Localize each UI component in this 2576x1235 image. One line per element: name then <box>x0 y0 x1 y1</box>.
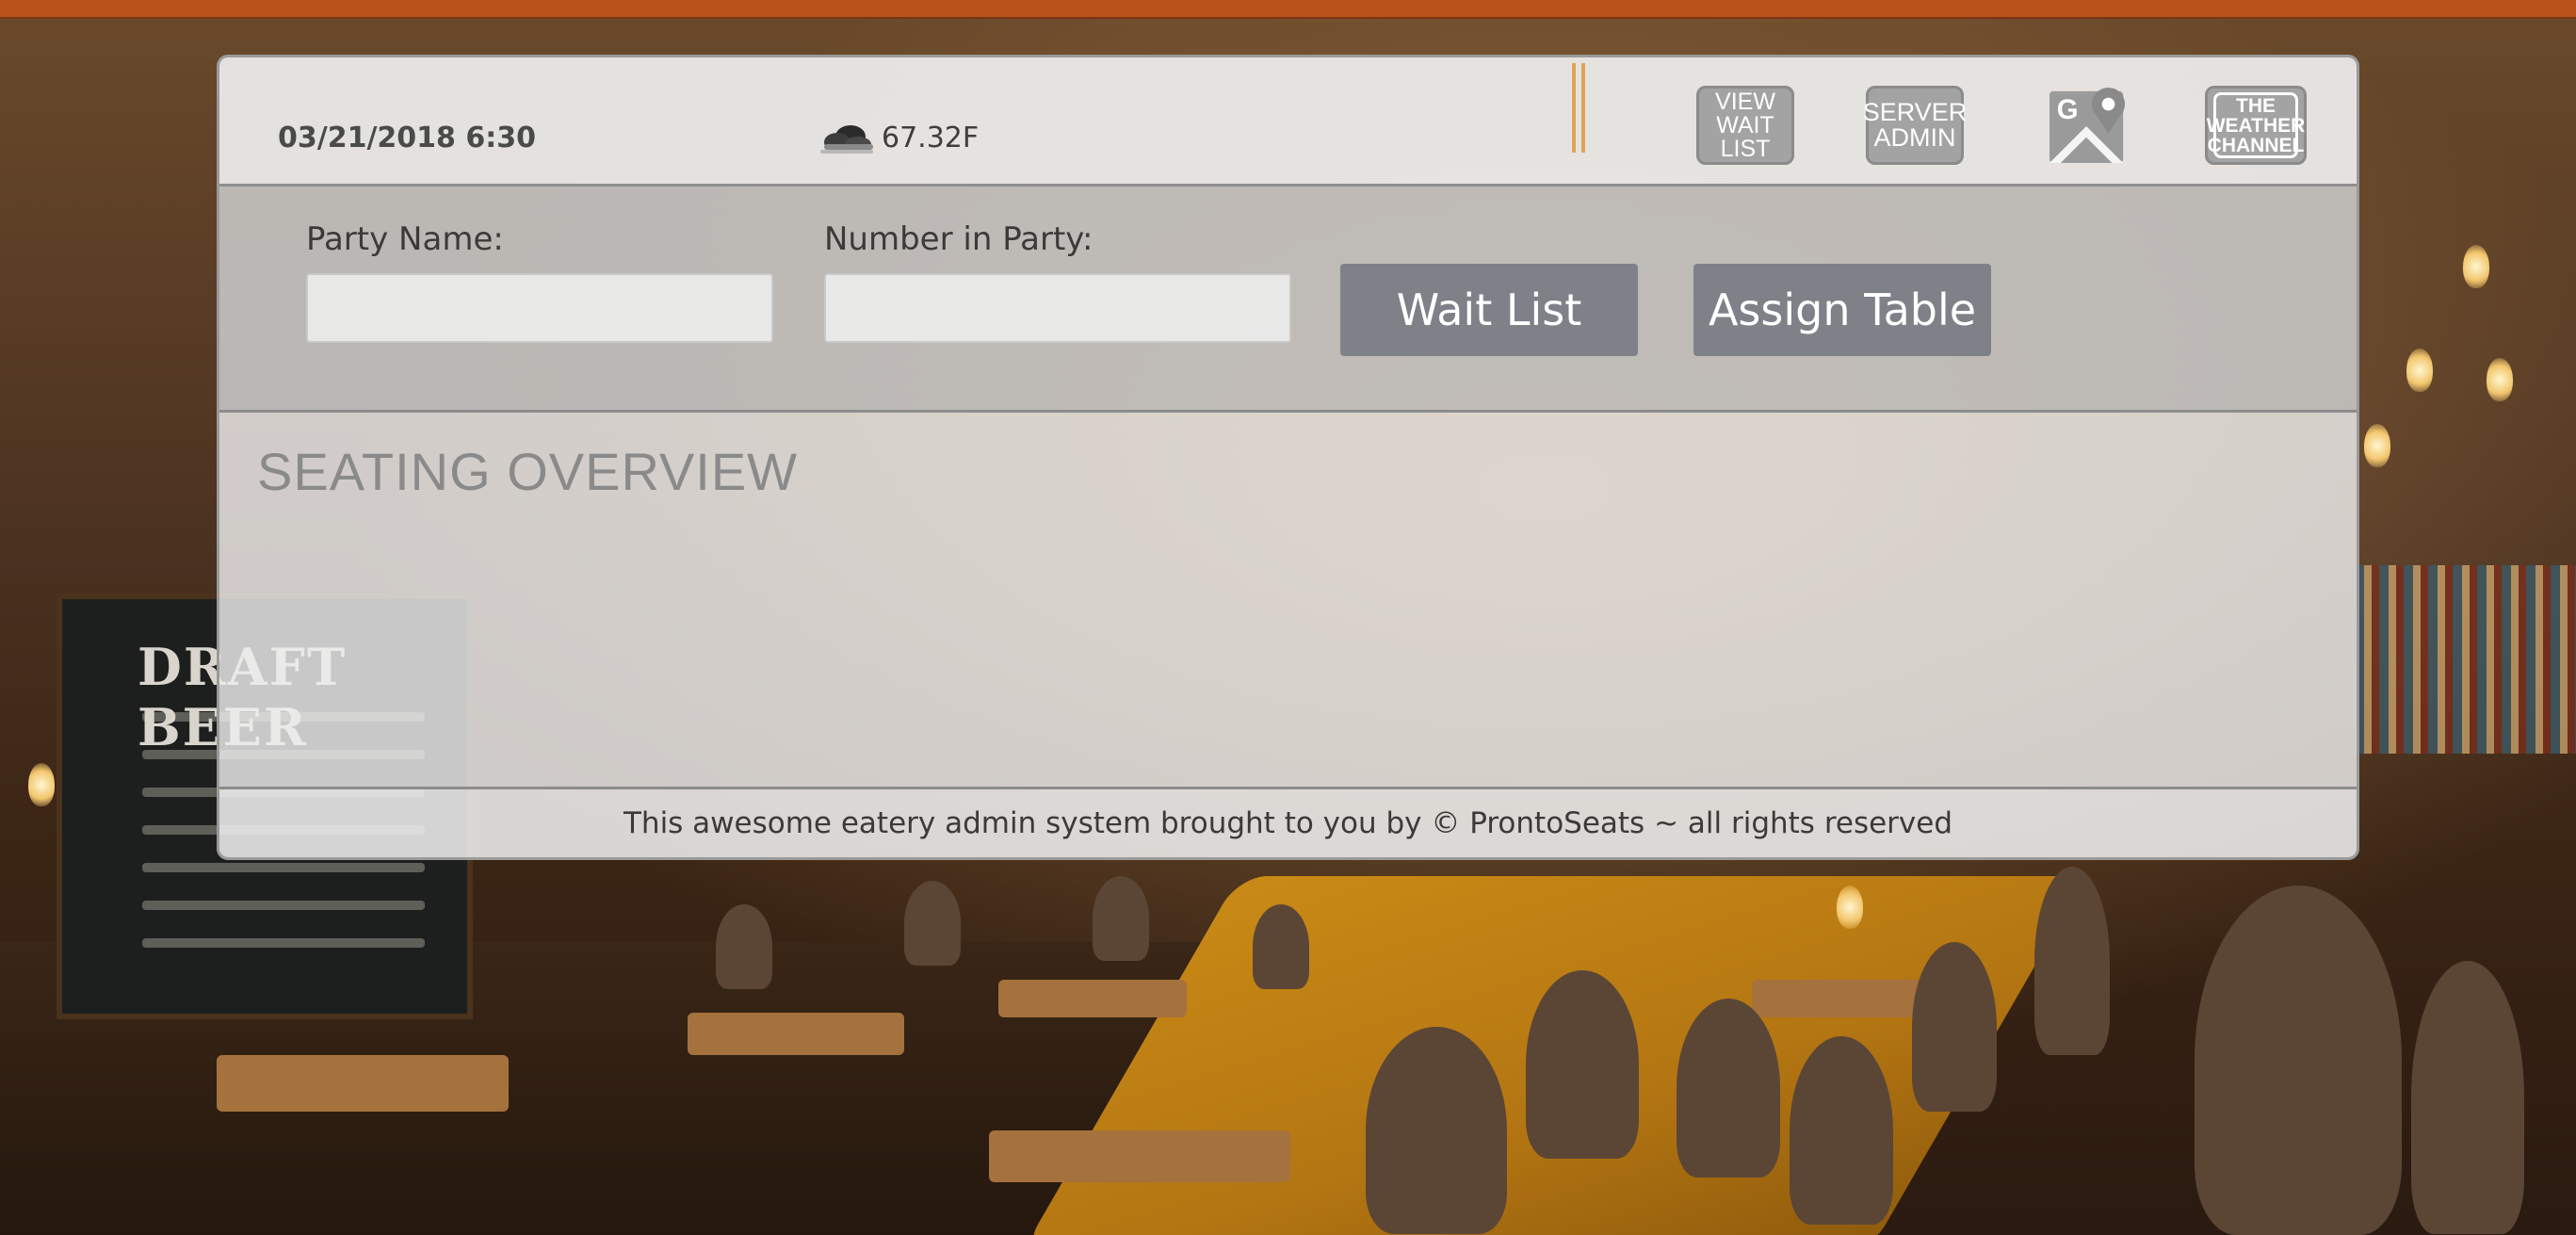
party-count-input[interactable] <box>824 273 1291 343</box>
panel-header: 03/21/2018 6:30 67.32F VIEW WAIT LIST SE… <box>219 57 2357 187</box>
weather-channel-label-1: THE <box>2236 94 2276 117</box>
weather-channel-label-2: WEATHER <box>2206 114 2306 137</box>
background-bottle-shelf <box>2355 565 2576 754</box>
weather-channel-button[interactable]: THE WEATHER CHANNEL <box>2205 86 2307 165</box>
current-datetime: 03/21/2018 6:30 <box>278 122 536 154</box>
seating-overview-title: SEATING OVERVIEW <box>257 442 799 501</box>
party-name-label: Party Name: <box>306 220 504 258</box>
cloud-icon <box>820 125 873 154</box>
party-count-label: Number in Party: <box>824 220 1094 258</box>
footer-text: This awesome eatery admin system brought… <box>623 806 1953 840</box>
wait-list-button[interactable]: Wait List <box>1340 264 1638 356</box>
header-divider <box>1572 63 1585 153</box>
footer: This awesome eatery admin system brought… <box>219 789 2357 857</box>
server-admin-label-1: SERVER <box>1862 98 1968 126</box>
svg-text:G: G <box>2057 94 2079 125</box>
view-wait-list-label-2: WAIT <box>1716 111 1774 138</box>
view-wait-list-button[interactable]: VIEW WAIT LIST <box>1696 86 1794 165</box>
weather-channel-label-3: CHANNEL <box>2207 134 2305 156</box>
assign-table-button[interactable]: Assign Table <box>1693 264 1991 356</box>
server-admin-button[interactable]: SERVER ADMIN <box>1863 86 1967 165</box>
google-maps-icon: G <box>2049 87 2126 164</box>
weather-channel-logo: THE WEATHER CHANNEL <box>2207 92 2305 158</box>
admin-panel: 03/21/2018 6:30 67.32F VIEW WAIT LIST SE… <box>217 55 2359 860</box>
party-name-input[interactable] <box>306 273 773 343</box>
view-wait-list-label-3: LIST <box>1720 135 1771 162</box>
temperature-reading: 67.32F <box>882 122 980 154</box>
party-entry-form: Party Name: Number in Party: Wait List A… <box>219 187 2357 413</box>
server-admin-label-2: ADMIN <box>1873 123 1956 152</box>
seating-overview-section: SEATING OVERVIEW <box>219 413 2357 789</box>
view-wait-list-label-1: VIEW <box>1715 88 1775 115</box>
browser-bookmark-bar <box>0 0 2576 19</box>
google-maps-button[interactable]: G <box>2047 86 2131 165</box>
